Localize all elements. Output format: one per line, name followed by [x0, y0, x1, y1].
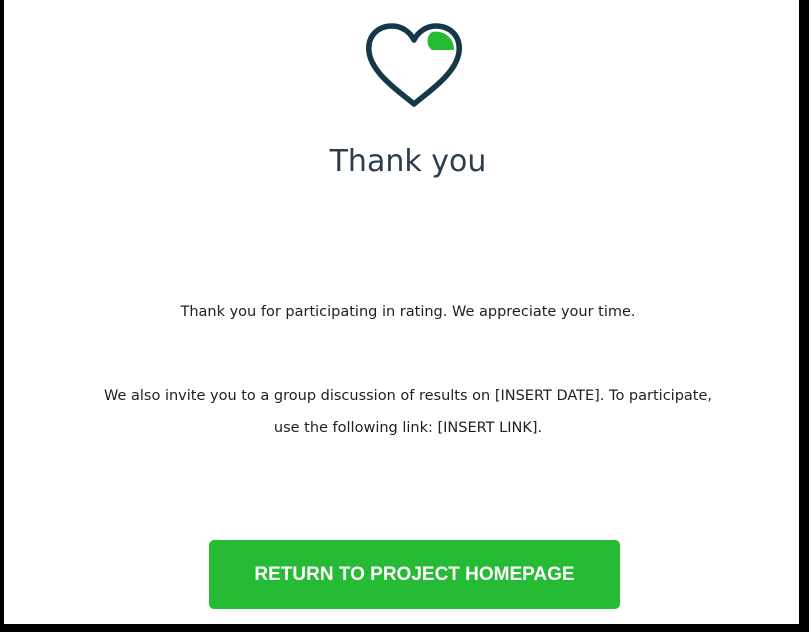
invitation-line-1: We also invite you to a group discussion… [103, 388, 713, 404]
return-to-homepage-button[interactable]: RETURN TO PROJECT HOMEPAGE [209, 540, 620, 609]
thank-you-panel: Thank you Thank you for participating in… [4, 0, 799, 624]
invitation-line-2: use the following link: [INSERT LINK]. [273, 420, 543, 436]
page-title: Thank you [329, 144, 487, 179]
heart-icon [366, 23, 462, 107]
thank-you-message: Thank you for participating in rating. W… [180, 304, 636, 320]
invitation-message: We also invite you to a group discussion… [4, 380, 809, 444]
